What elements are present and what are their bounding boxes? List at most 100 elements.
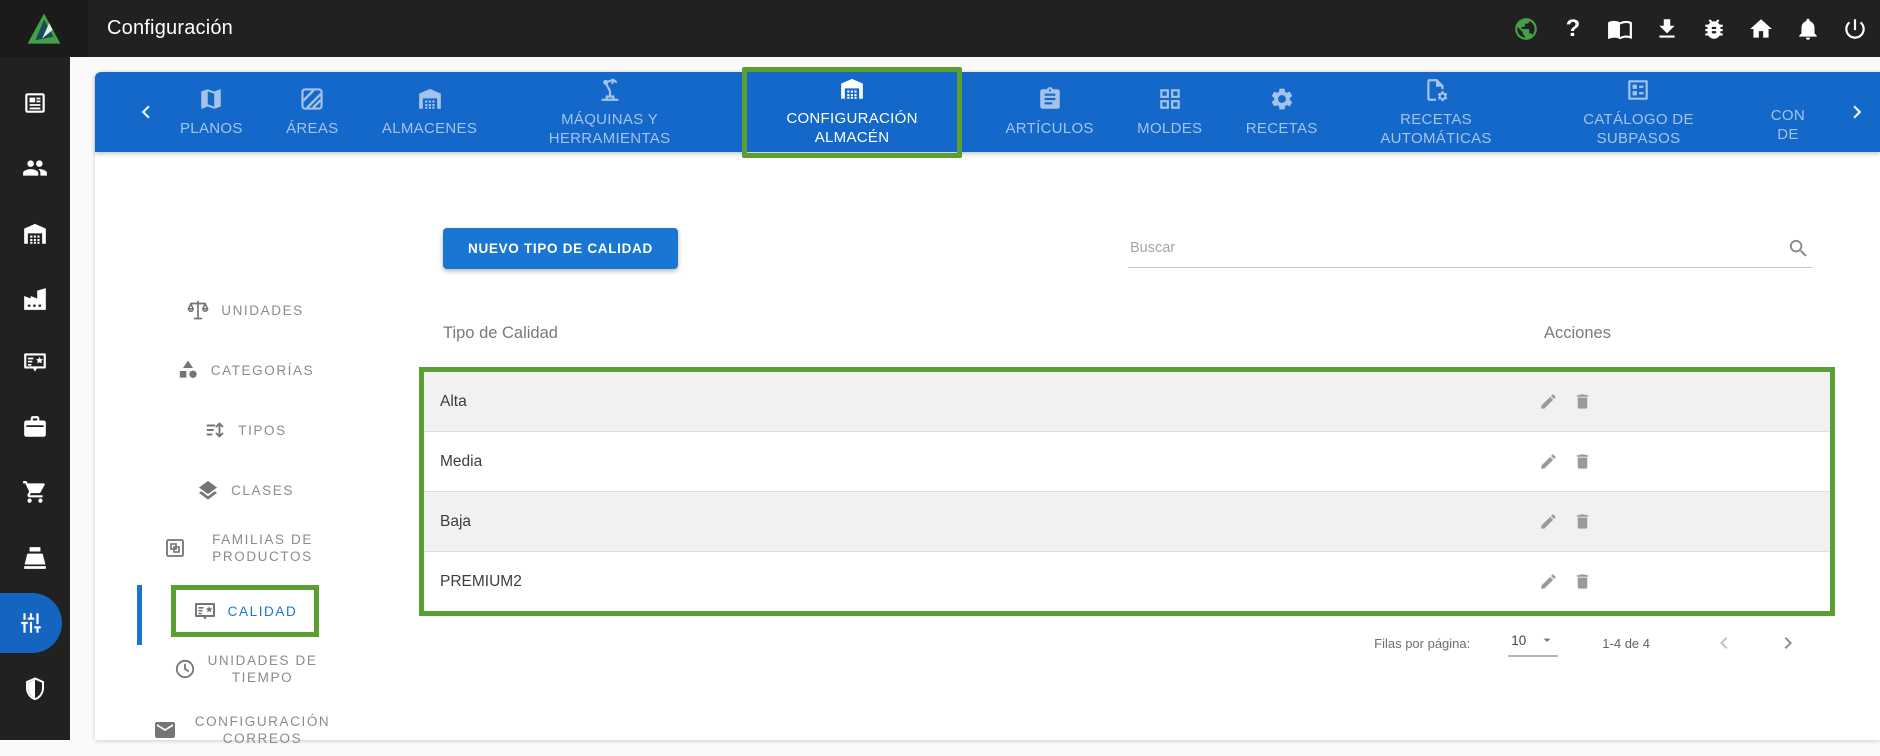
power-icon[interactable] [1842,16,1868,42]
warehouse-icon [417,86,443,112]
tab-configuracion-almacen[interactable]: CONFIGURACIÓN ALMACÉN [742,66,963,158]
topbar-actions: ? [1513,0,1868,57]
delete-button[interactable] [1573,452,1592,471]
sidebar-item-certificate[interactable] [0,348,70,376]
edit-button[interactable] [1539,512,1558,531]
next-page-button[interactable] [1776,631,1800,655]
pagination: Filas por página: 10 1-4 de 4 [1374,623,1800,663]
trash-icon [1573,452,1592,471]
delete-button[interactable] [1573,512,1592,531]
app-logo[interactable] [0,0,88,57]
sidebar-item-cash-register[interactable] [0,544,70,572]
tab-moldes[interactable]: MOLDES [1137,86,1202,138]
edit-button[interactable] [1539,452,1558,471]
shield-icon [22,676,48,702]
tab-maquinas-y-herramientas[interactable]: MÁQUINAS Y HERRAMIENTAS [521,77,699,148]
manual-book-icon[interactable] [1607,16,1633,42]
delete-button[interactable] [1573,572,1592,591]
main-sidebar [0,57,70,740]
tab-recetas-automaticas[interactable]: RECETAS AUTOMÁTICAS [1361,77,1511,148]
sidebar-item-cart[interactable] [0,478,70,506]
tab-almacenes[interactable]: ALMACENES [382,86,477,138]
tab-recetas[interactable]: RECETAS [1246,86,1318,138]
row-actions [1539,552,1592,611]
tab-areas[interactable]: ÁREAS [286,86,338,138]
warehouse-icon [22,221,48,247]
settings-sliders-icon [18,610,44,636]
warehouse-icon [839,76,865,102]
bug-report-icon[interactable] [1701,16,1727,42]
download-icon[interactable] [1654,16,1680,42]
edit-button[interactable] [1539,572,1558,591]
logo-triangle-icon [27,12,61,44]
texture-icon [299,86,325,112]
shapes-icon [176,358,200,382]
sidebar-item-newspaper[interactable] [0,89,70,117]
mail-icon [153,718,177,742]
tab-truncated[interactable]: CON DE [1766,80,1810,144]
pencil-icon [1539,512,1558,531]
pencil-icon [1539,392,1558,411]
sidebar-item-briefcase[interactable] [0,413,70,441]
tabs-strip: PLANOS ÁREAS ALMACENES MÁQUINAS Y HERRAM… [180,66,1810,158]
new-quality-type-button[interactable]: NUEVO TIPO DE CALIDAD [443,228,678,269]
tab-catalogo-de-subpasos[interactable]: CATÁLOGO DE SUBPASOS [1554,77,1722,148]
annotation-box-calidad: CALIDAD [170,585,320,637]
scale-icon [186,298,210,322]
pencil-icon [1539,452,1558,471]
sidebar-item-security[interactable] [0,675,70,703]
rows-per-page-select[interactable]: 10 [1508,629,1559,657]
row-actions [1539,432,1592,491]
row-actions [1539,492,1592,551]
table-row: Baja [424,491,1830,551]
briefcase-icon [22,414,48,440]
table-row: PREMIUM2 [424,551,1830,611]
subnav-item-unidades-de-tiempo[interactable]: UNIDADES DE TIEMPO [95,643,395,695]
rows-per-page-label: Filas por página: [1374,635,1471,651]
module-tabbar: PLANOS ÁREAS ALMACENES MÁQUINAS Y HERRAM… [95,66,1880,158]
trash-icon [1573,512,1592,531]
sidebar-item-users[interactable] [0,154,70,182]
tab-articulos[interactable]: ARTÍCULOS [1005,86,1093,138]
sidebar-item-warehouse[interactable] [0,220,70,248]
subnav-item-clases[interactable]: CLASES [95,464,395,516]
sort-icon [203,418,227,442]
trash-icon [1573,392,1592,411]
home-icon[interactable] [1748,16,1774,42]
search-input[interactable] [1128,222,1812,268]
cart-icon [22,479,48,505]
tabs-scroll-left-button[interactable] [133,72,159,152]
sidebar-item-configuration-active[interactable] [0,593,62,653]
active-item-indicator [137,585,142,645]
collections-icon [163,536,187,560]
cash-register-icon [22,545,48,571]
certificate-icon [193,599,217,623]
subnav-item-unidades[interactable]: UNIDADES [95,284,395,336]
subnav-item-configuracion-correos[interactable]: CONFIGURACIÓN CORREOS [95,704,395,756]
tab-planos[interactable]: PLANOS [180,86,243,138]
chevron-left-icon [133,99,159,125]
sidebar-item-factory[interactable] [0,285,70,313]
subnav-item-tipos[interactable]: TIPOS [95,404,395,456]
table-row: Alta [424,372,1830,431]
document-gear-icon [1423,77,1449,103]
pencil-icon [1539,572,1558,591]
row-actions [1539,372,1592,431]
content-card: PLANOS ÁREAS ALMACENES MÁQUINAS Y HERRAM… [95,66,1880,746]
map-icon [198,86,224,112]
delete-button[interactable] [1573,392,1592,411]
chevron-left-icon [1712,631,1736,655]
column-header-acciones: Acciones [1544,324,1611,342]
notifications-icon[interactable] [1795,16,1821,42]
dropdown-arrow-icon [1539,632,1555,648]
globe-icon[interactable] [1513,16,1539,42]
help-icon[interactable]: ? [1560,15,1586,42]
edit-button[interactable] [1539,392,1558,411]
users-icon [22,155,48,181]
tabs-scroll-right-button[interactable] [1844,72,1870,152]
search-icon[interactable] [1787,237,1810,260]
previous-page-button[interactable] [1712,631,1736,655]
subnav-item-familias-de-productos[interactable]: FAMILIAS DE PRODUCTOS [95,522,395,574]
trash-icon [1573,572,1592,591]
subnav-item-categorias[interactable]: CATEGORÍAS [95,344,395,396]
